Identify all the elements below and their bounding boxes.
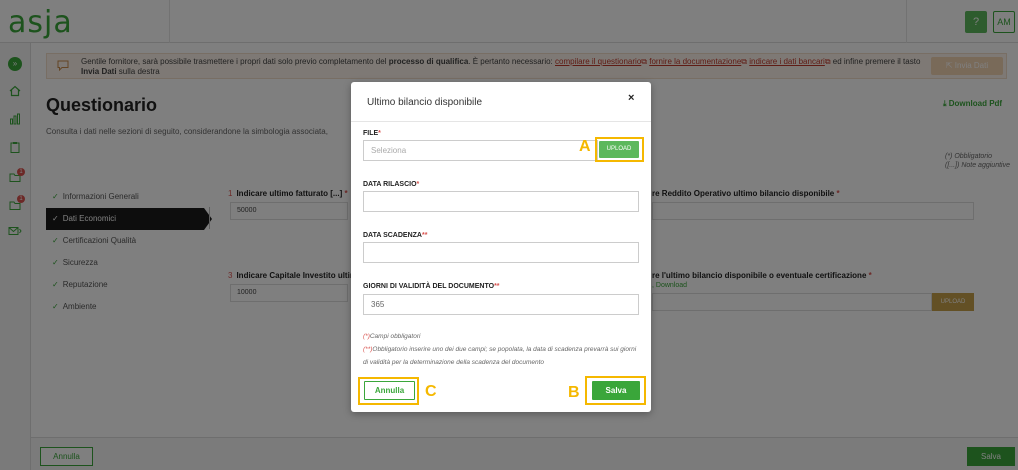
modal-title: Ultimo bilancio disponibile: [367, 97, 483, 108]
callout-label-c: C: [425, 383, 437, 400]
note-marker: (**): [363, 346, 373, 353]
file-label: FILE*: [363, 130, 381, 137]
close-icon[interactable]: ×: [628, 92, 634, 104]
required-fields-note: (*)Campi obbligatori: [363, 330, 643, 343]
file-label-text: FILE: [363, 130, 379, 137]
data-scadenza-label: DATA SCADENZA**: [363, 232, 427, 239]
callout-box-a: [595, 137, 644, 162]
data-scadenza-text: DATA SCADENZA: [363, 232, 422, 239]
data-rilascio-label: DATA RILASCIO*: [363, 181, 419, 188]
callout-label-a: A: [579, 138, 591, 155]
validity-note: (**)Obbligatorio inserire uno dei due ca…: [363, 343, 643, 369]
modal-divider: [351, 121, 651, 122]
giorni-validita-label: GIORNI DI VALIDITÀ DEL DOCUMENTO**: [363, 283, 500, 290]
note-text: Obbligatorio inserire uno dei due campi;…: [363, 346, 637, 366]
giorni-validita-input[interactable]: 365: [363, 294, 639, 315]
data-rilascio-text: DATA RILASCIO: [363, 181, 417, 188]
callout-label-b: B: [568, 384, 580, 401]
callout-box-b: [585, 376, 646, 405]
data-rilascio-input[interactable]: [363, 191, 639, 212]
note-marker: (*): [363, 333, 370, 340]
upload-modal: Ultimo bilancio disponibile × FILE* Sele…: [351, 82, 651, 412]
note-text: Campi obbligatori: [369, 333, 421, 340]
callout-box-c: [358, 377, 419, 405]
required-marker: **: [494, 283, 500, 290]
giorni-validita-text: GIORNI DI VALIDITÀ DEL DOCUMENTO: [363, 283, 495, 290]
required-marker: **: [421, 232, 428, 239]
file-select-input[interactable]: Seleziona: [363, 140, 598, 161]
required-marker: *: [378, 130, 381, 137]
data-scadenza-input[interactable]: [363, 242, 639, 263]
required-marker: *: [416, 181, 420, 188]
